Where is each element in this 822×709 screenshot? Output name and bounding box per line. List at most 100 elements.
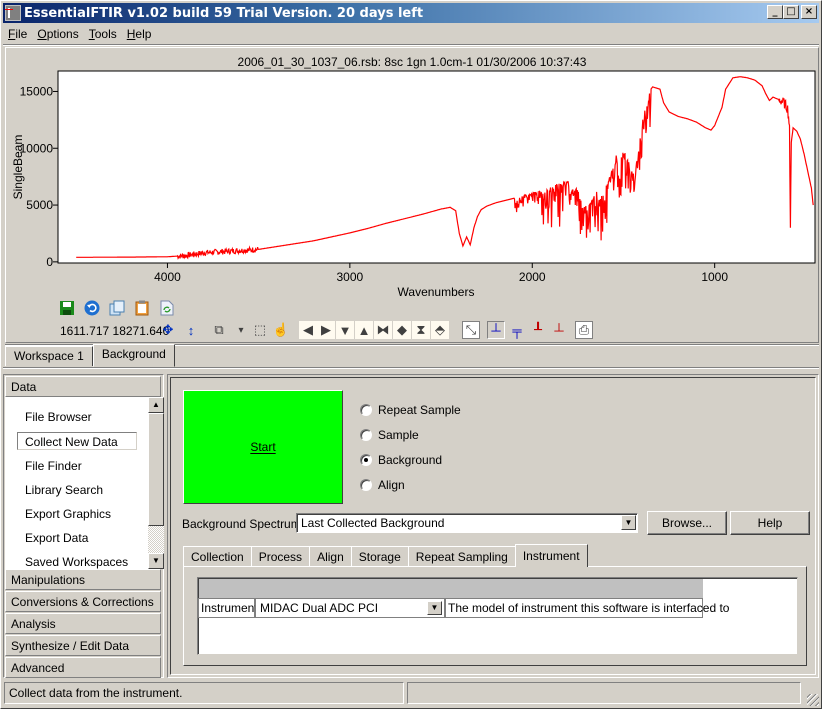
x-tick-label: 1000 (701, 270, 728, 284)
select-rect-icon[interactable]: ⬚ (251, 321, 269, 339)
refresh-document-icon[interactable] (158, 299, 176, 317)
menu-file[interactable]: File (3, 25, 32, 44)
compress-horizontal-icon[interactable]: ◆ (393, 321, 411, 339)
zoom-window-icon[interactable]: ⧉ (210, 321, 228, 339)
browse-button[interactable]: Browse... (647, 511, 727, 535)
copy-icon[interactable] (108, 299, 126, 317)
radio-checked-icon (360, 454, 372, 466)
section-analysis[interactable]: Analysis (5, 613, 161, 634)
task-library-search[interactable]: Library Search (25, 483, 103, 497)
radio-sample[interactable]: Sample (360, 428, 419, 442)
menu-help-label: Help (126, 27, 152, 41)
radio-align[interactable]: Align (360, 478, 405, 492)
property-description-cell: The model of instrument this software is… (445, 598, 729, 618)
scroll-down-icon[interactable]: ▼ (336, 321, 354, 339)
radio-circle-icon (360, 404, 372, 416)
window-title: EssentialFTIR v1.02 build 59 Trial Versi… (24, 5, 424, 21)
section-data[interactable]: Data (5, 376, 161, 397)
start-button-label: Start (250, 440, 276, 454)
task-file-browser[interactable]: File Browser (25, 410, 92, 424)
scroll-right-icon[interactable]: ▶ (317, 321, 335, 339)
tab-repeat-sampling[interactable]: Repeat Sampling (407, 546, 516, 566)
scroll-down-arrow-icon[interactable]: ▼ (148, 553, 164, 569)
x-axis-label: Wavenumbers (398, 285, 475, 299)
paste-icon[interactable] (133, 299, 151, 317)
instrument-property-grid: Instrument MIDAC Dual ADC PCI ▼ The mode… (197, 577, 798, 655)
menu-tools[interactable]: Tools (84, 25, 122, 44)
task-file-finder[interactable]: File Finder (25, 459, 82, 473)
radio-label: Align (378, 478, 405, 492)
expand-horizontal-icon[interactable]: ⧓ (374, 321, 392, 339)
status-message: Collect data from the instrument. (4, 682, 404, 704)
tab-instrument[interactable]: Instrument (514, 544, 588, 567)
maximize-button[interactable]: □ (783, 5, 799, 19)
minimize-button[interactable]: _ (767, 5, 783, 19)
undo-icon[interactable] (83, 299, 101, 317)
background-spectrum-value: Last Collected Background (301, 516, 445, 530)
start-button[interactable]: Start (183, 390, 343, 504)
task-saved-workspaces[interactable]: Saved Workspaces (25, 555, 128, 569)
tab-workspace-1[interactable]: Workspace 1 (5, 346, 93, 366)
chevron-down-icon[interactable]: ▼ (427, 601, 442, 615)
hand-icon[interactable]: ☝ (272, 321, 290, 339)
radio-repeat-sample[interactable]: Repeat Sample (360, 403, 461, 417)
menu-help[interactable]: Help (122, 25, 157, 44)
help-button[interactable]: Help (730, 511, 810, 535)
autoscale-icon[interactable]: ⤡ (462, 321, 480, 339)
overlay-icon[interactable]: ┴ (487, 321, 505, 339)
task-list-scrollbar[interactable]: ▲ ▼ (148, 397, 164, 569)
close-button[interactable]: × (801, 5, 817, 19)
offset-icon[interactable]: ┸ (529, 321, 547, 339)
section-advanced[interactable]: Advanced (5, 657, 161, 678)
expand-vertical-icon[interactable]: ⧗ (412, 321, 430, 339)
tab-align[interactable]: Align (309, 546, 352, 566)
menu-options-label: Options (37, 27, 79, 41)
tab-process[interactable]: Process (250, 546, 311, 566)
y-axis-label: SingleBeam (11, 135, 25, 200)
save-icon[interactable] (58, 299, 76, 317)
workspace-tabs: Workspace 1 Background (5, 344, 175, 367)
tab-background[interactable]: Background (92, 344, 175, 367)
y-tick-label: 5000 (26, 198, 53, 212)
plot-area[interactable] (57, 70, 816, 264)
scrollbar-thumb[interactable] (148, 413, 164, 526)
spectrum-chart[interactable]: 050001000015000 4000 3000 2000 1000 SingleB… (6, 48, 818, 308)
pan-icon[interactable]: ✥ (159, 321, 177, 339)
dropdown-arrow-icon[interactable]: ▾ (232, 321, 250, 339)
cursor-readout: 1611.717 18271.640 (60, 324, 169, 338)
tab-collection[interactable]: Collection (183, 546, 252, 566)
resize-grip-icon[interactable] (807, 694, 819, 706)
instrument-tab-body: Instrument MIDAC Dual ADC PCI ▼ The mode… (183, 566, 807, 666)
radio-background[interactable]: Background (360, 453, 442, 467)
background-spectrum-select[interactable]: Last Collected Background ▼ (296, 513, 638, 533)
tab-storage[interactable]: Storage (350, 546, 409, 566)
radio-label: Repeat Sample (378, 403, 461, 417)
menu-options[interactable]: Options (32, 25, 83, 44)
task-export-graphics[interactable]: Export Graphics (25, 507, 111, 521)
stack-icon[interactable]: ╤ (508, 321, 526, 339)
scroll-up-arrow-icon[interactable]: ▲ (148, 397, 164, 413)
print-icon[interactable]: ⎙ (575, 321, 593, 339)
radio-label: Background (378, 453, 443, 467)
section-synthesize-edit-data[interactable]: Synthesize / Edit Data (5, 635, 161, 656)
task-export-data[interactable]: Export Data (25, 531, 88, 545)
section-manipulations[interactable]: Manipulations (5, 569, 161, 590)
status-secondary (407, 682, 801, 704)
cursor-x-value: 1611.717 (60, 324, 110, 338)
title-bar: EssentialFTIR v1.02 build 59 Trial Versi… (3, 3, 819, 23)
scroll-left-icon[interactable]: ◀ (299, 321, 317, 339)
collect-data-panel: Start Repeat Sample Sample Background Al… (167, 374, 819, 678)
property-name-cell: Instrument (198, 598, 258, 618)
vertical-pan-icon[interactable]: ↕ (182, 321, 200, 339)
menu-file-label: File (8, 27, 28, 41)
scroll-up-icon[interactable]: ▲ (355, 321, 373, 339)
instrument-select[interactable]: MIDAC Dual ADC PCI ▼ (255, 598, 445, 618)
background-spectrum-label: Background Spectrum: (182, 517, 305, 531)
compress-vertical-icon[interactable]: ⬘ (431, 321, 449, 339)
section-conversions-corrections[interactable]: Conversions & Corrections (5, 591, 161, 612)
chevron-down-icon[interactable]: ▼ (621, 515, 636, 530)
radio-circle-icon (360, 429, 372, 441)
single-icon[interactable]: ┴ (550, 321, 568, 339)
x-tick-label: 3000 (337, 270, 364, 284)
task-collect-new-data[interactable]: Collect New Data (17, 432, 137, 450)
